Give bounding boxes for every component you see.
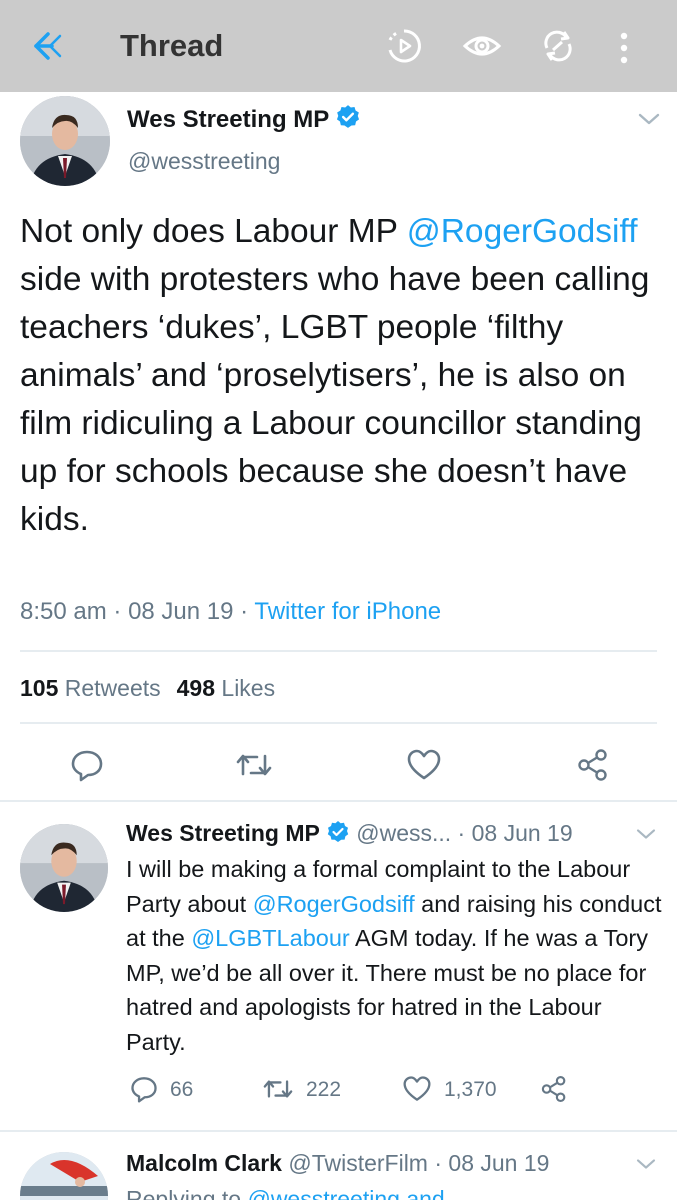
author-name: Wes Streeting MP — [126, 820, 320, 846]
more-vertical-icon[interactable] — [612, 28, 636, 68]
tweet-date: 08 Jun 19 — [128, 598, 234, 625]
replying-to: Replying to @wesstreeting and — [126, 1186, 445, 1200]
app-bar: Thread — [0, 0, 677, 92]
chevron-down-icon[interactable] — [636, 110, 662, 128]
mention-link[interactable]: @RogerGodsiff — [253, 891, 415, 917]
divider — [0, 1130, 677, 1132]
tweet-text: Not only does Labour MP @RogerGodsiff si… — [20, 213, 650, 538]
tweet-date: · 08 Jun 19 — [457, 820, 573, 846]
retweet-icon[interactable] — [262, 1075, 294, 1103]
reply-icon[interactable] — [70, 748, 104, 782]
reply-count: 66 — [170, 1078, 194, 1101]
avatar-image — [20, 1152, 108, 1200]
reply-header[interactable]: Wes Streeting MP @wess... · 08 Jun 19 — [126, 820, 573, 847]
verified-badge-icon — [327, 821, 349, 842]
mention-link[interactable]: @LGBTLabour — [191, 925, 349, 951]
tweet-meta: 8:50 am · 08 Jun 19 · Twitter for iPhone — [20, 598, 442, 625]
avatar[interactable] — [20, 96, 110, 186]
retweet-count: 222 — [306, 1078, 342, 1101]
like-icon[interactable] — [406, 748, 442, 782]
reply-header[interactable]: Malcolm Clark @TwisterFilm · 08 Jun 19 — [126, 1150, 549, 1177]
tweet-source-link[interactable]: Twitter for iPhone — [254, 598, 441, 625]
divider — [20, 650, 657, 652]
divider — [0, 800, 677, 802]
author-handle: @TwisterFilm — [288, 1150, 428, 1176]
chevron-down-icon[interactable] — [634, 1156, 658, 1172]
share-icon[interactable] — [576, 748, 610, 782]
verified-badge-icon — [337, 105, 360, 128]
page-title: Thread — [120, 28, 224, 63]
mention-link[interactable]: @wesstreeting and — [247, 1186, 444, 1200]
divider — [20, 722, 657, 724]
data-saver-icon[interactable] — [384, 26, 424, 66]
retweet-icon[interactable] — [235, 748, 273, 782]
tweet-time: 8:50 am — [20, 598, 107, 625]
tweet-text: I will be making a formal complaint to t… — [126, 856, 662, 1055]
likes-stat[interactable]: 498 Likes — [177, 675, 275, 701]
avatar[interactable] — [20, 824, 108, 912]
author-name[interactable]: Wes Streeting MP — [127, 104, 361, 134]
avatar-image — [20, 96, 110, 186]
author-handle: @wess... — [356, 820, 452, 846]
back-arrow-icon[interactable] — [28, 28, 68, 64]
reply-icon[interactable] — [130, 1075, 158, 1103]
like-icon[interactable] — [402, 1075, 432, 1103]
tweet-stats: 105 Retweets 498 Likes — [20, 675, 275, 702]
tweet-date: · 08 Jun 19 — [434, 1150, 550, 1176]
chevron-down-icon[interactable] — [634, 826, 658, 842]
eye-icon[interactable] — [462, 26, 502, 66]
like-count: 1,370 — [444, 1078, 497, 1101]
retweets-stat[interactable]: 105 Retweets — [20, 675, 161, 701]
avatar-image — [20, 824, 108, 912]
author-handle[interactable]: @wesstreeting — [128, 148, 280, 175]
avatar[interactable] — [20, 1152, 108, 1200]
sync-icon[interactable] — [538, 26, 578, 66]
share-icon[interactable] — [540, 1075, 568, 1103]
author-name: Malcolm Clark — [126, 1150, 282, 1176]
mention-link[interactable]: @RogerGodsiff — [407, 213, 638, 250]
